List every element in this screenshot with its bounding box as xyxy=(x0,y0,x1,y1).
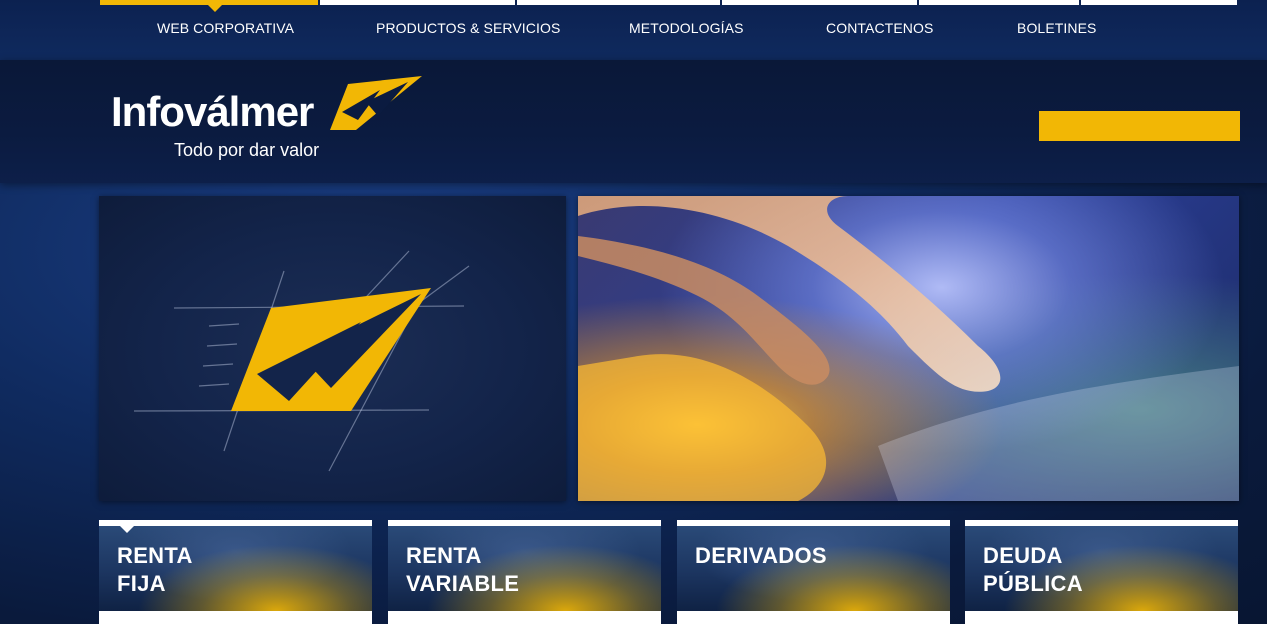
card-renta-variable[interactable]: RENTA VARIABLE xyxy=(388,520,661,624)
card-title-line2: PÚBLICA xyxy=(983,571,1083,596)
nav-divider xyxy=(722,0,917,5)
brand-tagline: Todo por dar valor xyxy=(174,140,320,160)
nav-item-metodologias[interactable]: METODOLOGÍAS xyxy=(629,20,744,36)
card-title-line1: RENTA xyxy=(406,543,482,568)
hero-logo-panel xyxy=(99,196,566,501)
nav-divider xyxy=(517,0,720,5)
card-title-line1: DERIVADOS xyxy=(695,543,827,568)
nav-item-boletines[interactable]: BOLETINES xyxy=(1017,20,1096,36)
card-title-line2: FIJA xyxy=(117,571,166,596)
card-title: RENTA FIJA xyxy=(117,542,193,598)
top-navigation: WEB CORPORATIVA PRODUCTOS & SERVICIOS ME… xyxy=(0,0,1267,60)
brand-logo-mark-icon[interactable] xyxy=(330,76,422,132)
card-footer xyxy=(965,611,1238,624)
card-deuda-publica[interactable]: DEUDA PÚBLICA xyxy=(965,520,1238,624)
nav-item-contactenos[interactable]: CONTACTENOS xyxy=(826,20,933,36)
card-active-caret-icon xyxy=(119,525,135,533)
active-caret-icon xyxy=(208,5,222,12)
card-footer xyxy=(388,611,661,624)
brand-logo-text[interactable]: Infoválmer xyxy=(111,88,314,136)
card-title: RENTA VARIABLE xyxy=(406,542,519,598)
card-title-line1: DEUDA xyxy=(983,543,1063,568)
card-title: DEUDA PÚBLICA xyxy=(983,542,1083,598)
card-title-line2: VARIABLE xyxy=(406,571,520,596)
card-derivados[interactable]: DERIVADOS xyxy=(677,520,950,624)
nav-divider xyxy=(919,0,1079,5)
hand-touch-image xyxy=(578,196,1239,501)
card-title-line1: RENTA xyxy=(117,543,193,568)
search-bar[interactable] xyxy=(1039,111,1240,141)
card-title: DERIVADOS xyxy=(695,542,827,570)
nav-divider xyxy=(1081,0,1237,5)
sketch-logo-mark-icon xyxy=(133,250,470,472)
nav-item-web-corporativa[interactable]: WEB CORPORATIVA xyxy=(157,20,294,36)
card-footer xyxy=(677,611,950,624)
hero-photo-tablet xyxy=(578,196,1239,501)
nav-item-productos-servicios[interactable]: PRODUCTOS & SERVICIOS xyxy=(376,20,560,36)
nav-divider xyxy=(320,0,515,5)
card-footer xyxy=(99,611,372,624)
card-renta-fija[interactable]: RENTA FIJA xyxy=(99,520,372,624)
